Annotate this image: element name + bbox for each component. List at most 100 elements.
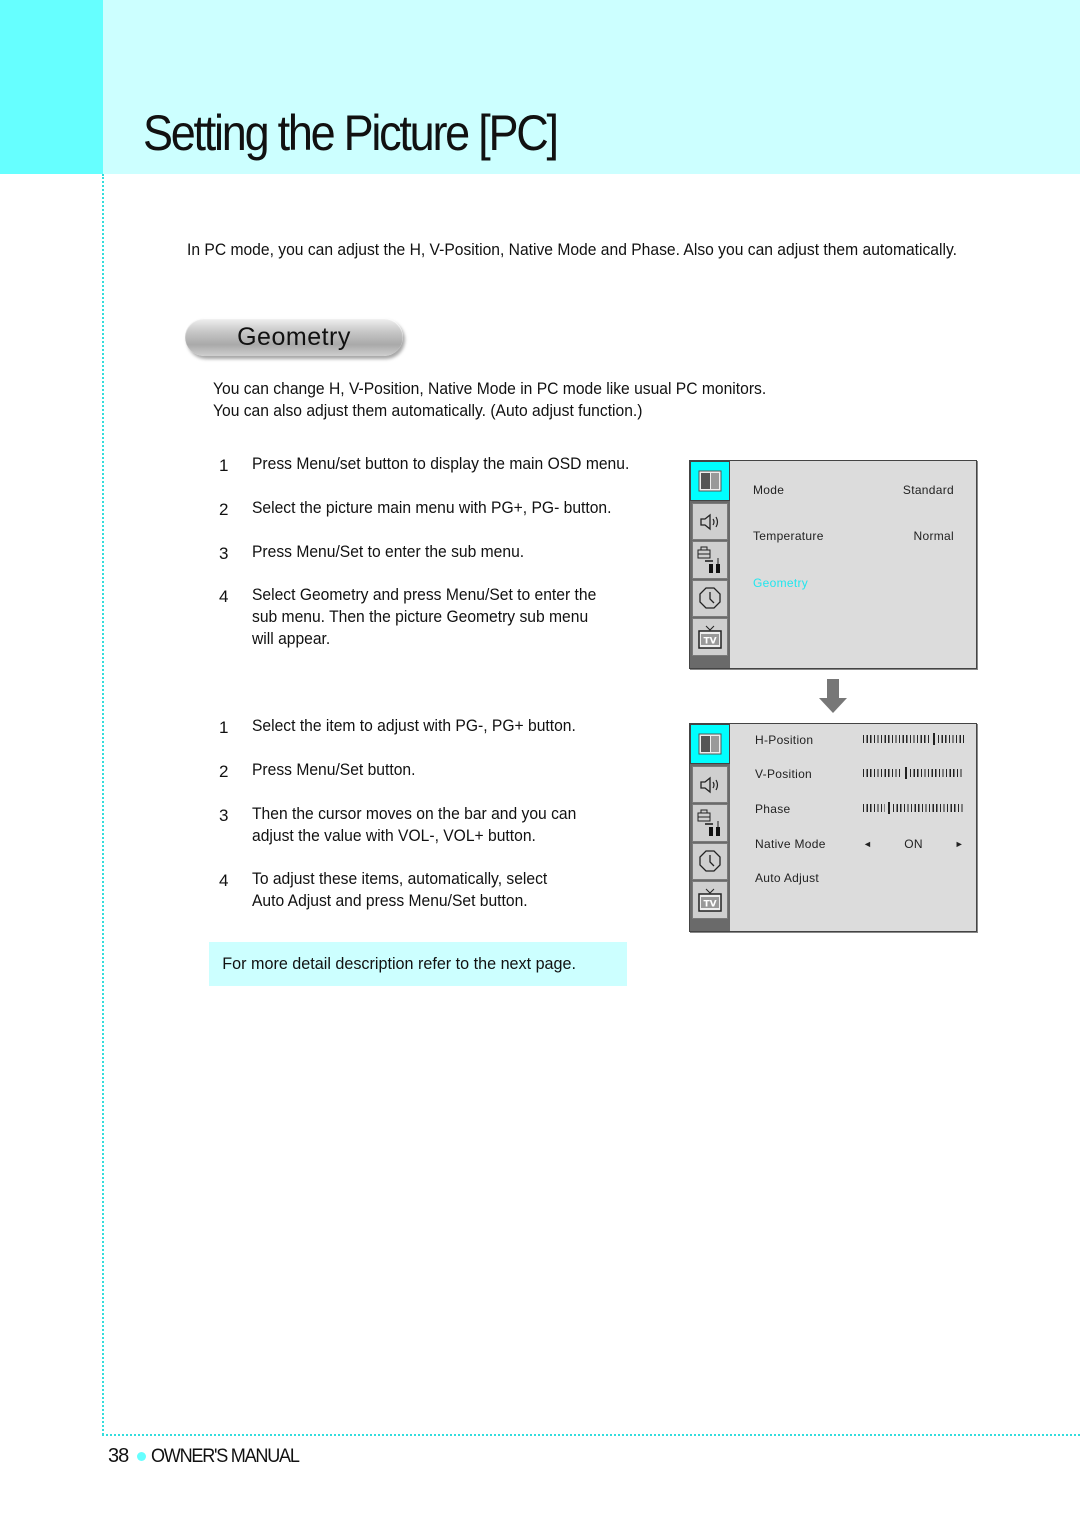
step-number: 2 xyxy=(219,500,229,519)
slider-track-left xyxy=(863,769,902,777)
step-text-line: adjust the value with VOL-, VOL+ button. xyxy=(252,826,536,845)
step-text-line: sub menu. Then the picture Geometry sub … xyxy=(252,607,589,626)
osd-tab-sound[interactable] xyxy=(692,766,728,804)
step-text: To adjust these items, automatically, se… xyxy=(252,868,547,912)
clock-icon xyxy=(699,587,721,610)
section-heading-geometry: Geometry xyxy=(185,318,403,356)
step-text: Then the cursor moves on the bar and you… xyxy=(252,803,576,847)
slider-track-right xyxy=(938,735,964,743)
step-text: Press Menu/set button to display the mai… xyxy=(252,454,630,473)
page-title: Setting the Picture [PC] xyxy=(143,105,559,161)
section-description: You can change H, V-Position, Native Mod… xyxy=(213,378,766,422)
osd-tab-picture[interactable] xyxy=(690,724,730,764)
picture-icon xyxy=(698,733,722,755)
step-text: Select the item to adjust with PG-, PG+ … xyxy=(252,716,576,735)
sound-icon xyxy=(700,513,719,531)
slider-track-right xyxy=(910,769,964,777)
note-box: For more detail description refer to the… xyxy=(209,942,627,986)
osd-row-label: Geometry xyxy=(753,576,809,590)
setup-tools-icon xyxy=(697,546,720,574)
bullet-dot-icon xyxy=(137,1452,147,1461)
step-number: 3 xyxy=(219,806,229,825)
osd-row-label: Phase xyxy=(755,802,791,816)
step-text-line: Auto Adjust and press Menu/Set button. xyxy=(252,891,528,910)
osd-sidebar: TV xyxy=(690,461,730,668)
picture-icon xyxy=(698,470,722,492)
page-number: 38 xyxy=(108,1445,129,1467)
step-text-line: To adjust these items, automatically, se… xyxy=(252,869,548,888)
svg-text:TV: TV xyxy=(703,636,716,646)
slider-cursor[interactable] xyxy=(888,802,890,814)
page-footer: 38 OWNER'S MANUAL xyxy=(108,1445,307,1468)
osd-row-geometry[interactable]: Geometry xyxy=(753,576,954,590)
clock-icon xyxy=(699,850,721,873)
osd-row-h-position[interactable]: H-Position xyxy=(755,733,964,747)
slider-track-left xyxy=(863,735,930,743)
note-text: For more detail description refer to the… xyxy=(222,954,576,973)
tv-icon: TV xyxy=(698,625,722,649)
osd-tab-sound[interactable] xyxy=(692,503,728,541)
sound-icon xyxy=(700,776,719,794)
osd-row-auto-adjust[interactable]: Auto Adjust xyxy=(755,871,964,885)
page-frame-left-dotted xyxy=(102,174,104,1435)
description-line: You can change H, V-Position, Native Mod… xyxy=(213,379,767,398)
osd-main-content: Mode Standard Temperature Normal Geometr… xyxy=(731,461,976,668)
osd-row-value: Normal xyxy=(913,529,954,543)
intro-text: In PC mode, you can adjust the H, V-Posi… xyxy=(187,240,957,259)
osd-tab-timer[interactable] xyxy=(692,842,728,881)
osd-row-mode[interactable]: Mode Standard xyxy=(753,483,954,497)
osd-row-v-position[interactable]: V-Position xyxy=(755,767,964,781)
header-accent-block xyxy=(0,0,103,174)
osd-row-label: V-Position xyxy=(755,767,813,781)
slider-track-right xyxy=(893,804,964,812)
step-text-line: Select Geometry and press Menu/Set to en… xyxy=(252,585,597,604)
osd-row-temperature[interactable]: Temperature Normal xyxy=(753,529,954,543)
description-line: You can also adjust them automatically. … xyxy=(213,401,643,420)
step-number: 1 xyxy=(219,456,229,475)
step-text: Press Menu/Set to enter the sub menu. xyxy=(252,542,525,561)
osd-tab-tv[interactable]: TV xyxy=(692,618,728,656)
step-text: Select Geometry and press Menu/Set to en… xyxy=(252,584,596,650)
v-position-slider[interactable] xyxy=(863,767,964,779)
osd-sidebar: TV xyxy=(690,724,730,931)
footer-label: OWNER'S MANUAL xyxy=(151,1445,300,1467)
osd-tab-setup[interactable] xyxy=(692,804,728,842)
step-number: 1 xyxy=(219,718,229,737)
step-text-line: Then the cursor moves on the bar and you… xyxy=(252,804,577,823)
step-number: 2 xyxy=(219,762,229,781)
osd-row-label: H-Position xyxy=(755,733,814,747)
h-position-slider[interactable] xyxy=(863,733,964,745)
osd-tab-timer[interactable] xyxy=(692,579,728,618)
setup-tools-icon xyxy=(697,809,720,837)
step-number: 4 xyxy=(219,587,229,606)
page-frame-bottom-dotted xyxy=(102,1434,1080,1436)
step-number: 3 xyxy=(219,544,229,563)
osd-tab-tv[interactable]: TV xyxy=(692,881,728,919)
step-text-line: will appear. xyxy=(252,629,331,648)
osd-row-phase[interactable]: Phase xyxy=(755,802,964,816)
osd-geometry-content: H-Position V-Position Phase Native Mode … xyxy=(731,724,976,931)
section-heading-label: Geometry xyxy=(237,322,351,351)
osd-row-label: Native Mode xyxy=(755,837,826,851)
osd-geometry-menu: TV H-Position V-Position Phase Native Mo… xyxy=(689,723,977,932)
svg-text:TV: TV xyxy=(703,899,716,909)
slider-cursor[interactable] xyxy=(905,767,907,779)
osd-row-label: Mode xyxy=(753,483,785,497)
osd-row-value: Standard xyxy=(902,483,954,497)
native-mode-selector[interactable]: ◄ ON ► xyxy=(863,837,964,851)
osd-row-native-mode[interactable]: Native Mode ◄ ON ► xyxy=(755,837,964,851)
phase-slider[interactable] xyxy=(863,802,964,814)
osd-main-menu: TV Mode Standard Temperature Normal Geom… xyxy=(689,460,977,669)
step-text: Press Menu/Set button. xyxy=(252,760,416,779)
slider-cursor[interactable] xyxy=(933,733,935,745)
slider-track-left xyxy=(863,804,885,812)
arrow-down-icon xyxy=(819,679,847,713)
step-text: Select the picture main menu with PG+, P… xyxy=(252,498,612,517)
osd-tab-setup[interactable] xyxy=(692,541,728,579)
step-number: 4 xyxy=(219,871,229,890)
osd-row-label: Auto Adjust xyxy=(755,871,820,885)
osd-tab-picture[interactable] xyxy=(690,461,730,501)
tv-icon: TV xyxy=(698,888,722,912)
arrow-right-icon[interactable]: ► xyxy=(955,839,964,849)
arrow-left-icon[interactable]: ◄ xyxy=(863,839,872,849)
